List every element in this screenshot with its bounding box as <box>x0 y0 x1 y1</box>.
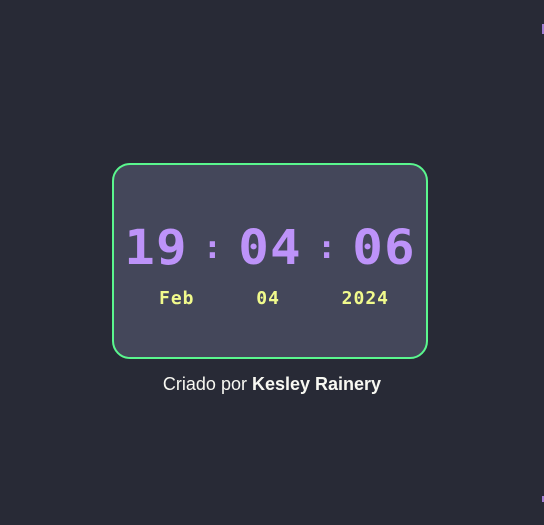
author-name: Kesley Rainery <box>251 374 382 394</box>
time-display: 19 : 04 : 06 <box>114 217 426 279</box>
page: 19 : 04 : 06 Feb 04 2024 Criado por Kesl… <box>0 0 544 525</box>
minutes-text: 04 <box>238 220 302 276</box>
day-text: 04 <box>256 287 280 309</box>
time-separator: : <box>202 228 223 266</box>
clock-card: 19 : 04 : 06 Feb 04 2024 <box>112 163 428 359</box>
year-text: 2024 <box>341 287 389 309</box>
hours-text: 19 <box>124 220 188 276</box>
seconds-text: 06 <box>352 220 416 276</box>
credit-prefix: Criado por <box>162 374 247 394</box>
time-separator: : <box>317 228 338 266</box>
month-text: Feb <box>159 287 195 309</box>
date-display: Feb 04 2024 <box>159 287 389 309</box>
credit-line: Criado por Kesley Rainery <box>0 373 544 395</box>
